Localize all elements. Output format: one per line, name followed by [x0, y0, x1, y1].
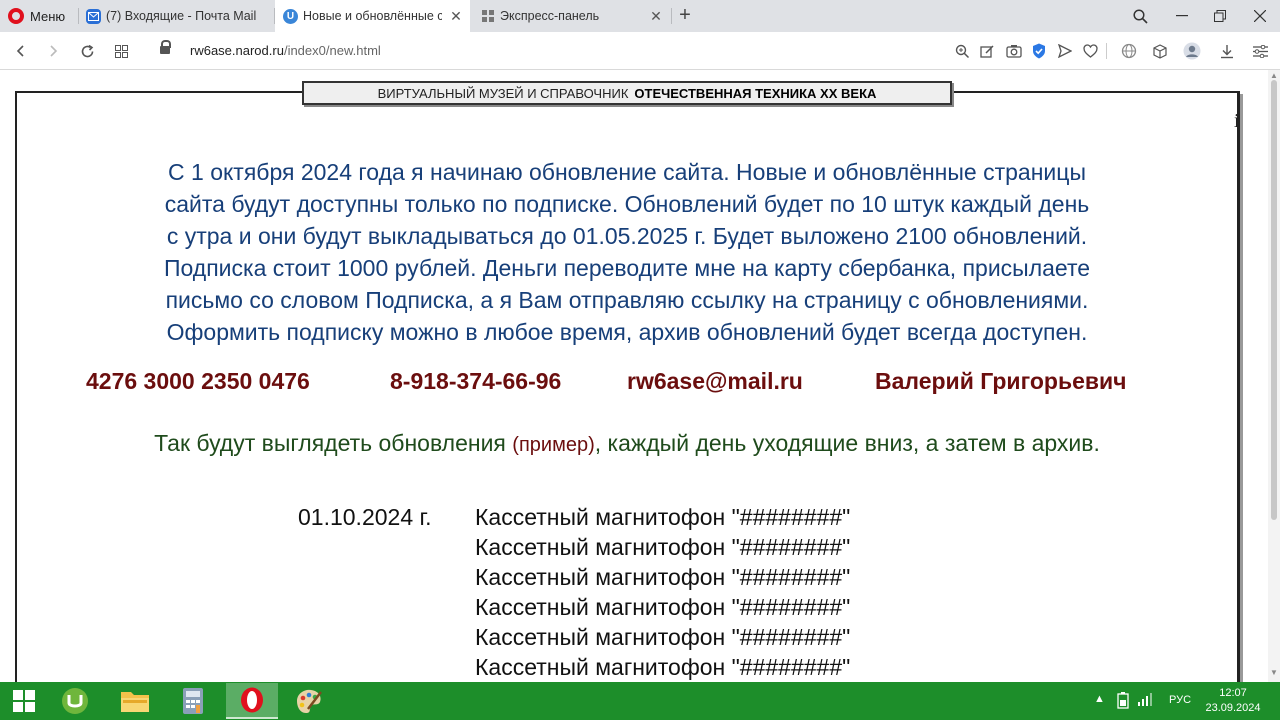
author-name: Валерий Григорьевич [875, 368, 1127, 394]
update-title: Кассетный магнитофон "########" [475, 624, 851, 650]
clock-time: 12:07 [1219, 687, 1247, 699]
notice-line: Оформить подписку можно в любое время, а… [166, 319, 1088, 345]
language-indicator[interactable]: РУС [1169, 694, 1191, 706]
utorrent-icon[interactable] [50, 683, 100, 719]
update-title: Кассетный магнитофон "########" [475, 534, 851, 560]
notice-line: С 1 октября 2024 года я начинаю обновлен… [168, 159, 1086, 185]
reload-icon [81, 44, 93, 57]
edit-icon[interactable] [977, 41, 997, 61]
close-tab-icon[interactable]: ✕ [648, 8, 664, 24]
contact-details: 4276 3000 2350 0476 8-918-374-66-96 rw6a… [86, 368, 1176, 398]
browser-tab-strip: Меню (7) Входящие - Почта Mail U Новые и… [0, 0, 1280, 32]
send-icon[interactable] [1055, 41, 1075, 61]
windows-taskbar: ▲ РУС 12:07 23.09.2024 [0, 682, 1280, 720]
heart-icon[interactable] [1080, 41, 1100, 61]
tab-speed-dial[interactable]: Экспресс-панель ✕ [472, 0, 670, 32]
update-title: Кассетный магнитофон "########" [475, 594, 851, 620]
stray-character: i [1234, 110, 1240, 132]
menu-label: Меню [30, 8, 66, 24]
taskbar-clock[interactable]: 12:07 23.09.2024 [1204, 686, 1262, 716]
close-window-icon[interactable] [1244, 0, 1276, 32]
example-text-post: , каждый день уходящие вниз, а затем в а… [594, 430, 1100, 456]
tab-title: Новые и обновлённые стр [303, 9, 442, 23]
example-text-pre: Так будут выглядеть обновления [154, 430, 513, 456]
opera-menu-button[interactable]: Меню [0, 0, 74, 32]
calculator-icon[interactable] [168, 683, 218, 719]
example-caption: Так будут выглядеть обновления (пример),… [0, 430, 1254, 457]
mail-icon [86, 8, 101, 24]
update-title: Кассетный магнитофон "########" [475, 654, 851, 680]
banner-title: ОТЕЧЕСТВЕННАЯ ТЕХНИКА XX ВЕКА [634, 85, 877, 101]
forward-button[interactable] [40, 38, 66, 64]
reload-button[interactable] [74, 38, 100, 64]
scroll-down-icon[interactable]: ▼ [1270, 668, 1278, 677]
easy-setup-icon[interactable] [1250, 41, 1270, 61]
new-tab-button[interactable]: + [674, 3, 696, 27]
update-date: 01.10.2024 г. [298, 504, 432, 530]
opera-logo-icon [8, 8, 24, 24]
speed-dial-icon [480, 9, 495, 24]
tab-new-pages[interactable]: U Новые и обновлённые стр ✕ [275, 0, 470, 32]
tab-title: Экспресс-панель [500, 9, 600, 23]
tab-separator [671, 8, 672, 24]
site-banner: ВИРТУАЛЬНЫЙ МУЗЕЙ И СПРАВОЧНИК ОТЕЧЕСТВЕ… [302, 81, 952, 105]
back-arrow-icon [16, 45, 24, 57]
notice-line: сайта будут доступны только по подписке.… [164, 191, 1090, 217]
globe-icon[interactable] [1119, 41, 1139, 61]
card-number: 4276 3000 2350 0476 [86, 368, 310, 394]
address-bar: rw6ase.narod.ru/index0/new.html [0, 32, 1280, 70]
download-icon[interactable] [1217, 41, 1237, 61]
restore-icon[interactable] [1204, 0, 1236, 32]
file-explorer-icon[interactable] [110, 683, 160, 719]
tab-title: (7) Входящие - Почта Mail [106, 9, 257, 23]
vpn-shield-icon[interactable] [1029, 41, 1049, 61]
phone-number: 8-918-374-66-96 [390, 368, 562, 394]
tab-overview-button[interactable] [108, 38, 134, 64]
tray-chevron-icon[interactable]: ▲ [1094, 693, 1105, 705]
toolbar-divider [1106, 43, 1107, 59]
url-path: /index0/new.html [283, 43, 381, 58]
update-title: Кассетный магнитофон "########" [475, 564, 851, 590]
banner-subtitle: ВИРТУАЛЬНЫЙ МУЗЕЙ И СПРАВОЧНИК [377, 85, 629, 101]
page-scrollbar[interactable]: ▲ ▼ [1268, 70, 1280, 682]
tab-mail[interactable]: (7) Входящие - Почта Mail [78, 0, 274, 32]
battery-icon[interactable] [1116, 691, 1130, 712]
example-highlight: (пример) [512, 434, 595, 456]
notice-line: с утра и они будут выкладываться до 01.0… [166, 223, 1088, 249]
grid-icon [114, 44, 128, 58]
forward-arrow-icon [50, 45, 58, 57]
scroll-up-icon[interactable]: ▲ [1270, 71, 1278, 80]
subscription-notice: С 1 октября 2024 года я начинаю обновлен… [0, 156, 1254, 348]
windows-start-icon[interactable] [0, 683, 48, 719]
search-tabs-icon[interactable] [1124, 0, 1156, 32]
zoom-icon[interactable] [952, 41, 972, 61]
email-address: rw6ase@mail.ru [627, 368, 803, 394]
profile-avatar-icon[interactable] [1182, 41, 1202, 61]
back-button[interactable] [8, 38, 34, 64]
camera-icon[interactable] [1004, 41, 1024, 61]
opera-icon[interactable] [226, 683, 278, 719]
page-viewport: ВИРТУАЛЬНЫЙ МУЗЕЙ И СПРАВОЧНИК ОТЕЧЕСТВЕ… [0, 70, 1280, 682]
url-field[interactable]: rw6ase.narod.ru/index0/new.html [190, 43, 381, 58]
screen: Меню (7) Входящие - Почта Mail U Новые и… [0, 0, 1280, 720]
update-title: Кассетный магнитофон "########" [475, 504, 851, 530]
close-tab-icon[interactable]: ✕ [448, 8, 464, 24]
paint-icon[interactable] [284, 683, 334, 719]
minimize-icon[interactable] [1166, 0, 1198, 32]
clock-date: 23.09.2024 [1205, 702, 1261, 714]
url-domain: rw6ase.narod.ru [190, 43, 284, 58]
notice-line: письмо со словом Подписка, а я Вам отпра… [165, 287, 1089, 313]
u-site-icon: U [283, 8, 298, 24]
extensions-cube-icon[interactable] [1150, 41, 1170, 61]
lock-icon[interactable] [160, 40, 171, 56]
signal-icon[interactable] [1138, 692, 1152, 709]
notice-line: Подписка стоит 1000 рублей. Деньги перев… [163, 255, 1091, 281]
scrollbar-thumb[interactable] [1271, 80, 1277, 520]
